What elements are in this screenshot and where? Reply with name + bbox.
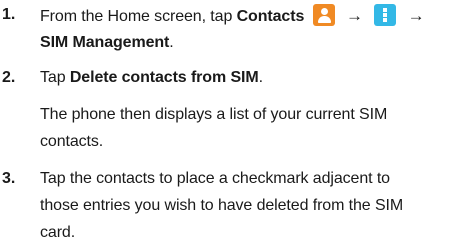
menu-icon <box>374 4 397 26</box>
delete-contacts-label: Delete contacts from SIM <box>69 69 259 86</box>
step-text: those entries you wish to have deleted f… <box>40 197 404 214</box>
step-text-plain: . <box>258 69 263 86</box>
arrow-icon: → <box>407 6 425 26</box>
contacts-app-icon <box>312 4 335 26</box>
step-text-plain: Tap <box>40 69 70 86</box>
step-number: 1. <box>2 6 16 23</box>
step-text-plain: . <box>169 34 174 51</box>
arrow-icon: → <box>345 6 363 26</box>
step-text: From the Home screen, tap Contacts → → <box>40 4 428 28</box>
step-text: The phone then displays a list of your c… <box>40 106 388 123</box>
step-text: card. <box>40 224 76 241</box>
step-text: Tap the contacts to place a checkmark ad… <box>40 170 390 187</box>
step-number: 2. <box>2 69 16 86</box>
step-text: contacts. <box>40 133 104 150</box>
step-text: Tap Delete contacts from SIM. <box>40 69 263 87</box>
contacts-label: Contacts <box>236 8 305 26</box>
sim-management-label: SIM Management <box>40 34 170 51</box>
step-text-plain: From the Home screen, tap <box>40 8 237 26</box>
step-text: SIM Management. <box>40 34 174 52</box>
step-number: 3. <box>2 170 16 187</box>
